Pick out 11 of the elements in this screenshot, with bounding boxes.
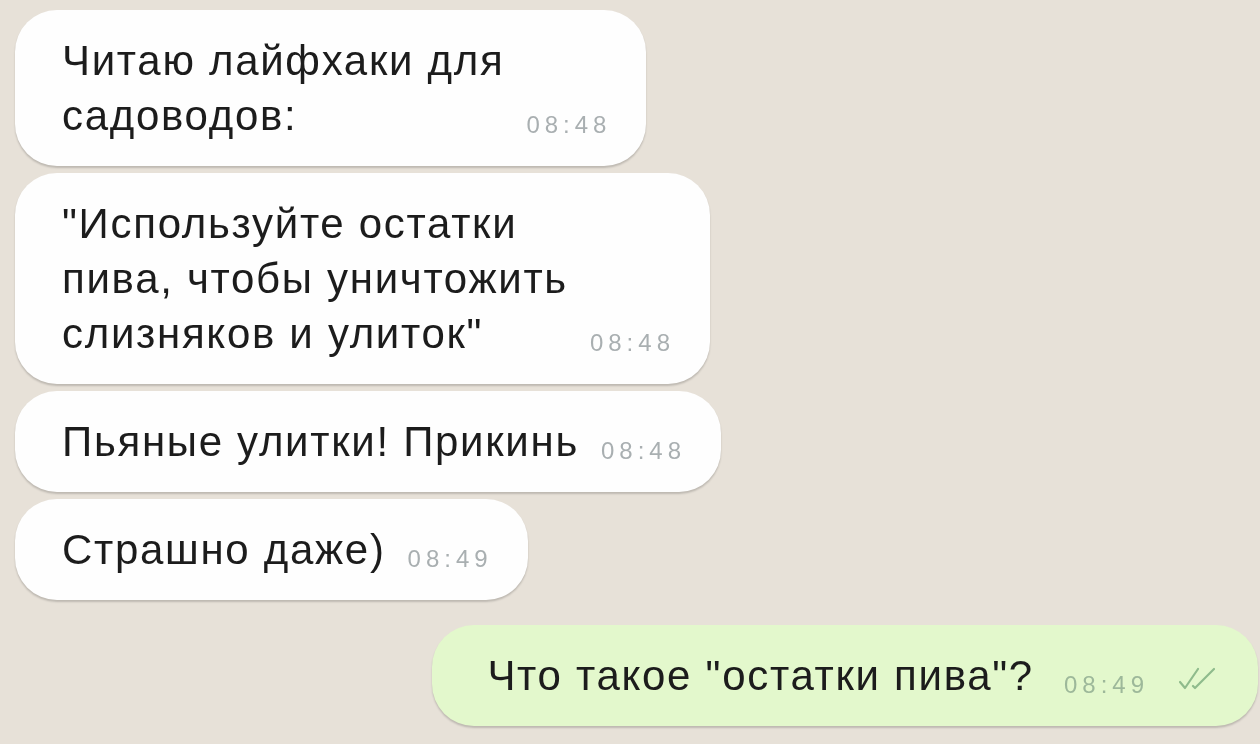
message-text: Пьяные улитки! Прикинь: [62, 417, 579, 467]
message-time: 08:48: [589, 331, 675, 355]
double-check-icon: [1179, 667, 1215, 691]
message-time: 08:48: [526, 113, 612, 137]
message-text: "Используйте остатки пива, чтобы уничтожить слизняков и улиток": [62, 199, 568, 359]
message-text: Что такое "остатки пива"?: [487, 651, 1034, 701]
message-time: 08:48: [601, 439, 687, 463]
message-text: Читаю лайфхаки для садоводов:: [62, 36, 505, 141]
message-time: 08:49: [407, 547, 493, 571]
message-time: 08:49: [1063, 673, 1149, 697]
message-text: Страшно даже): [62, 525, 386, 575]
